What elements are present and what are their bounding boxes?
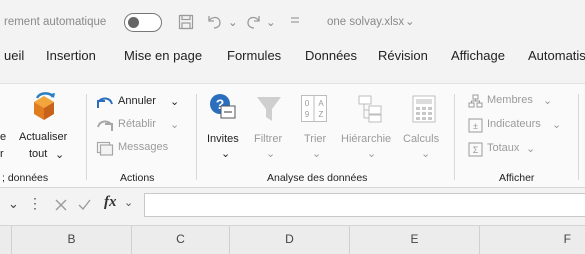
save-icon[interactable] <box>178 14 194 30</box>
totals-icon: Σ <box>468 142 483 157</box>
prompts-icon: ? <box>210 94 236 119</box>
sort-icon: 0 9 A Z <box>301 95 327 122</box>
prompts-label: Invites <box>207 133 239 145</box>
tab-accueil[interactable]: ueil <box>4 48 24 63</box>
messages-label: Messages <box>118 141 169 153</box>
autosave-label: rement automatique <box>4 16 107 28</box>
group-label-actions: Actions <box>120 172 155 184</box>
refresh-all-label-line2: tout <box>29 148 48 160</box>
column-headers: B C D E F <box>0 225 585 254</box>
undo-icon[interactable] <box>205 13 225 31</box>
file-name-chevron-icon[interactable]: ⌄ <box>405 14 415 28</box>
cancel-icon[interactable] <box>54 198 68 212</box>
group-separator <box>454 94 455 180</box>
calculations-label: Calculs <box>403 133 440 145</box>
redo-dropdown-icon[interactable]: ⌄ <box>266 15 276 29</box>
undo-dropdown-icon[interactable]: ⌄ <box>228 15 238 29</box>
tab-affichage[interactable]: Affichage <box>451 48 505 63</box>
svg-text:±: ± <box>473 121 478 131</box>
column-header-b[interactable]: B <box>12 226 132 254</box>
group-separator <box>86 94 87 180</box>
tab-insertion[interactable]: Insertion <box>46 48 96 63</box>
column-header-d[interactable]: D <box>230 226 350 254</box>
messages-icon <box>96 141 114 156</box>
group-label-afficher: Afficher <box>499 172 535 184</box>
calculations-icon <box>412 95 436 123</box>
tab-mise-en-page[interactable]: Mise en page <box>124 48 202 63</box>
ribbon-redo-icon <box>97 120 113 131</box>
totals-label: Totaux <box>487 142 520 154</box>
hierarchy-icon <box>358 95 382 123</box>
autosave-toggle[interactable] <box>124 13 162 32</box>
refresh-all-cut-label: e <box>0 131 7 143</box>
refresh-all-icon <box>34 92 55 120</box>
ribbon-undo-icon <box>97 97 113 108</box>
refresh-all-label-line1: Actualiser <box>19 131 68 143</box>
indicators-icon: ± <box>468 118 483 133</box>
tab-automatiser[interactable]: Automatis <box>528 48 585 63</box>
refresh-all-chevron-icon: ⌄ <box>55 149 65 161</box>
group-label-analyse: Analyse des données <box>267 172 368 184</box>
svg-text:A: A <box>318 99 324 108</box>
formula-bar: ⌄ ⋮ fx ⌄ <box>0 190 585 222</box>
column-header[interactable] <box>0 226 12 254</box>
hierarchy-label: Hiérarchie <box>341 133 392 145</box>
filter-icon <box>257 97 281 121</box>
prompts-chevron-icon: ⌄ <box>221 148 231 160</box>
tab-revision[interactable]: Révision <box>378 48 428 63</box>
redo-label: Rétablir <box>118 118 156 130</box>
undo-chevron-icon: ⌄ <box>170 96 180 108</box>
svg-text:Σ: Σ <box>473 145 479 155</box>
undo-label: Annuler <box>118 95 156 107</box>
tab-formules[interactable]: Formules <box>227 48 281 63</box>
svg-text:Z: Z <box>319 110 324 119</box>
hierarchy-chevron-icon: ⌄ <box>367 148 377 160</box>
refresh-all-cut-label2: r <box>0 148 4 160</box>
column-header-e[interactable]: E <box>350 226 480 254</box>
column-header-c[interactable]: C <box>132 226 230 254</box>
group-separator <box>196 94 197 180</box>
name-box-chevron-icon[interactable]: ⌄ <box>8 196 19 212</box>
totals-chevron-icon: ⌄ <box>526 143 536 155</box>
calculations-chevron-icon: ⌄ <box>421 148 431 160</box>
ribbon-tabs: ueil Insertion Mise en page Formules Don… <box>0 48 585 76</box>
customize-quick-access-icon[interactable] <box>290 16 300 26</box>
confirm-icon[interactable] <box>77 198 92 212</box>
indicators-label: Indicateurs <box>487 118 541 130</box>
indicators-chevron-icon: ⌄ <box>552 119 562 131</box>
filter-chevron-icon: ⌄ <box>266 148 276 160</box>
title-bar: rement automatique ⌄ ⌄ one solvay.xlsx ⌄ <box>0 0 585 40</box>
function-chevron-icon[interactable]: ⌄ <box>124 196 133 209</box>
formula-input[interactable] <box>144 193 585 217</box>
members-icon <box>468 94 483 108</box>
tab-donnees[interactable]: Données <box>305 48 357 63</box>
ribbon: e Actualiser r tout ⌄ ; données Annuler … <box>0 83 585 188</box>
redo-chevron-icon: ⌄ <box>170 119 180 131</box>
sort-chevron-icon: ⌄ <box>312 148 322 160</box>
file-name[interactable]: one solvay.xlsx <box>327 16 404 28</box>
group-separator <box>578 94 579 180</box>
formula-bar-resize-icon[interactable]: ⋮ <box>28 195 42 212</box>
column-header-f[interactable]: F <box>480 226 585 254</box>
members-label: Membres <box>487 94 533 106</box>
group-label-donnees: ; données <box>2 172 49 184</box>
filter-label: Filtrer <box>254 133 283 145</box>
members-chevron-icon: ⌄ <box>543 95 553 107</box>
svg-text:0: 0 <box>305 99 310 108</box>
insert-function-button[interactable]: fx <box>104 194 117 211</box>
redo-icon[interactable] <box>243 13 263 31</box>
svg-text:9: 9 <box>305 110 310 119</box>
sort-label: Trier <box>304 133 327 145</box>
